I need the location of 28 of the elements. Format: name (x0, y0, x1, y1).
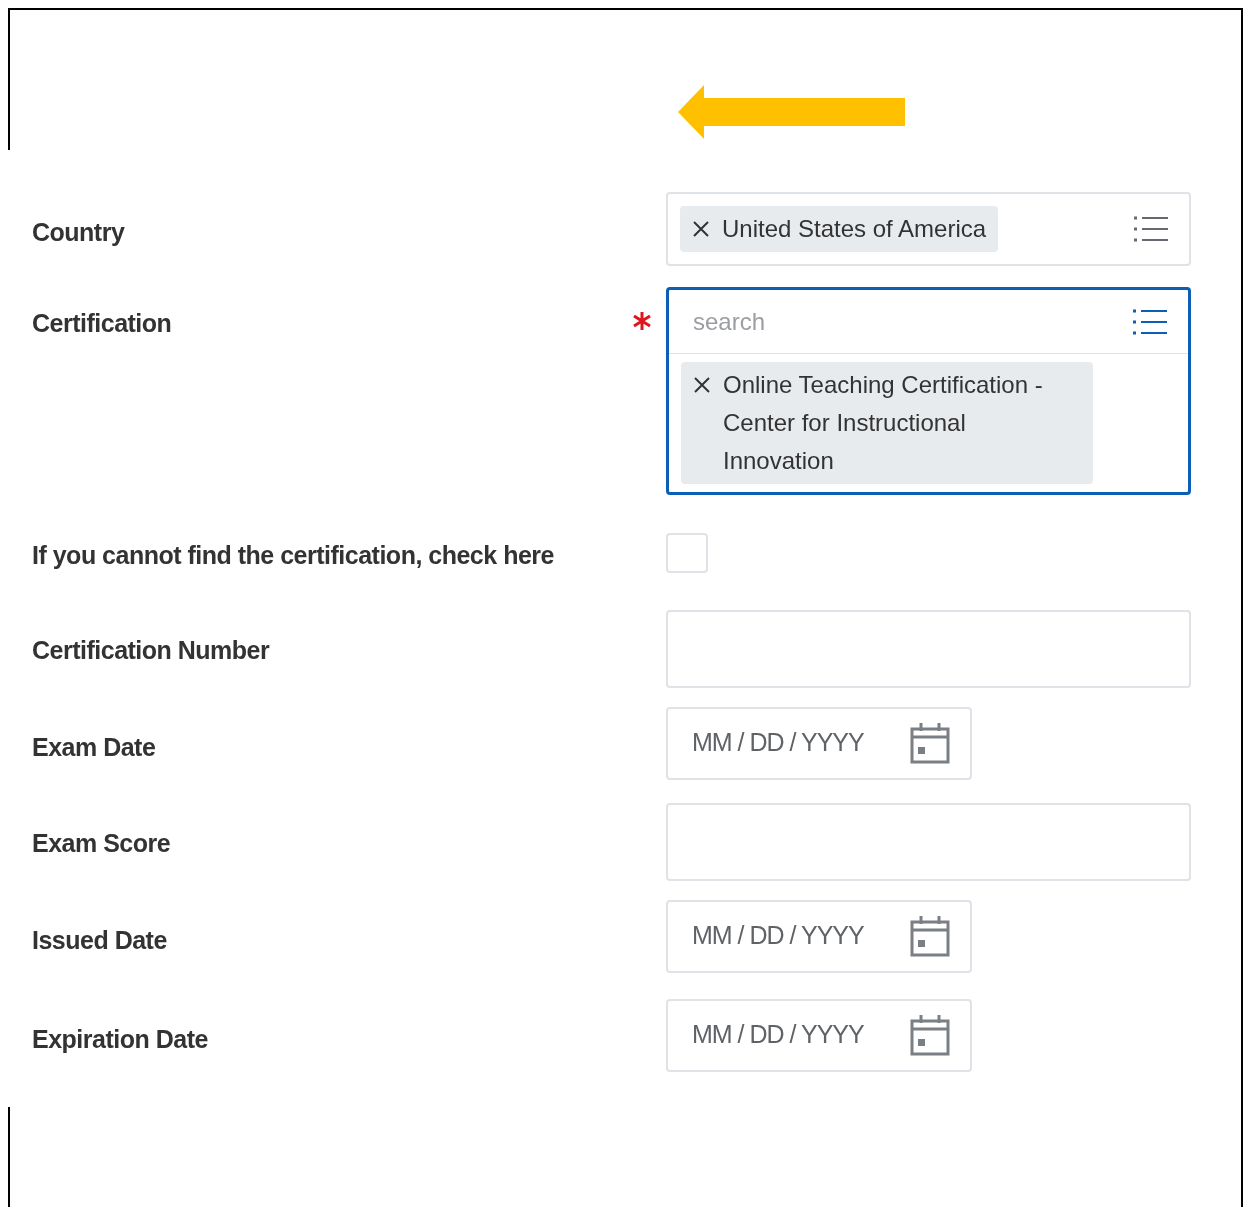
text-field[interactable] (666, 609, 1191, 688)
field-label: Issued Date (32, 925, 167, 954)
list-icon[interactable] (1133, 214, 1169, 244)
field-label: Country (32, 218, 125, 246)
field-label: Certification (32, 309, 172, 337)
close-icon[interactable] (692, 220, 710, 238)
close-icon[interactable] (693, 376, 711, 394)
date-input[interactable]: MM / DD / YYYY (692, 1016, 902, 1054)
field-label: Expiration Date (32, 1024, 208, 1053)
field-label: Exam Date (32, 732, 156, 761)
select-field[interactable]: search Online Teaching Certification - Center for Instructional Innovation (666, 287, 1191, 495)
calendar-icon[interactable] (910, 1014, 950, 1056)
date-input[interactable]: MM / DD / YYYY (692, 724, 902, 762)
date-field[interactable]: MM / DD / YYYY (666, 706, 972, 780)
date-field[interactable]: MM / DD / YYYY (666, 899, 972, 973)
search-input[interactable]: search (693, 303, 1132, 340)
checkbox[interactable] (666, 533, 708, 573)
text-field[interactable] (666, 802, 1191, 881)
date-input[interactable]: MM / DD / YYYY (692, 917, 902, 955)
selected-chip[interactable]: United States of America (680, 206, 999, 252)
field-label: Certification Number (32, 635, 270, 664)
field-label: If you cannot find the certification, check here (32, 541, 554, 569)
date-field[interactable]: MM / DD / YYYY (666, 998, 972, 1072)
calendar-icon[interactable] (910, 915, 950, 957)
field-label: Exam Score (32, 828, 171, 857)
calendar-icon[interactable] (910, 722, 950, 764)
selected-chip[interactable]: Online Teaching Certification - Center for Instructional Innovation (681, 362, 1093, 484)
select-field[interactable]: United States of America (666, 192, 1191, 266)
